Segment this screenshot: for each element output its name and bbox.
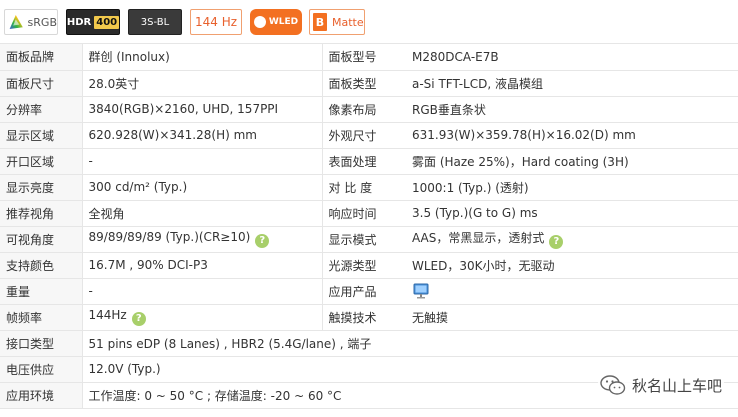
help-icon[interactable]: ? [131,312,146,326]
spec-label: 面板型号 [321,44,406,71]
spec-value: 16.7M , 90% DCI-P3 [82,252,323,279]
spec-label: 分辨率 [0,96,83,123]
spec-value: WLED，30K小时，无驱动 [406,252,738,279]
table-row: 面板尺寸 28.0英寸 面板类型 a-Si TFT-LCD, 液晶模组 [0,70,738,97]
matte-label: Matte [332,15,364,29]
spec-value: 全视角 [82,200,323,227]
spec-label: 电压供应 [0,356,83,383]
spec-value: - [82,148,323,175]
3s-bl-label: 3S-BL [140,16,170,28]
wled-label: WLED [268,17,299,27]
spec-table: 面板品牌 群创 (Innolux) 面板型号 M280DCA-E7B 面板尺寸 … [0,44,738,409]
spec-value: 1000:1 (Typ.) (透射) [406,174,738,201]
wled-badge: WLED [250,9,302,35]
refresh-rate-label: 144 Hz [194,15,238,29]
refresh-rate-badge: 144 Hz [190,9,242,35]
hdr-level: 400 [94,15,120,29]
spec-label: 触摸技术 [321,304,406,331]
watermark-text: 秋名山上车吧 [631,376,722,395]
spec-label: 重量 [0,278,83,305]
spec-label: 面板品牌 [0,44,83,71]
spec-label: 推荐视角 [0,200,83,227]
spec-label: 可视角度 [0,226,83,253]
srgb-label: sRGB [27,15,57,29]
hdr-badge: HDR 400 [66,9,120,35]
spec-value: 89/89/89/89 (Typ.)(CR≥10) [88,230,251,244]
table-row: 帧频率 144Hz? 触摸技术 无触摸 [0,304,738,331]
spec-label: 接口类型 [0,330,83,357]
hdr-label: HDR [66,16,92,28]
spec-label: 光源类型 [321,252,406,279]
table-row: 可视角度 89/89/89/89 (Typ.)(CR≥10)? 显示模式 AAS… [0,226,738,253]
spec-value: M280DCA-E7B [406,44,738,71]
spec-label: 应用环境 [0,382,83,409]
help-icon[interactable]: ? [549,235,564,249]
wechat-watermark: 秋名山上车吧 [597,371,724,399]
color-gamut-triangle-icon [9,14,23,30]
table-row: 推荐视角 全视角 响应时间 3.5 (Typ.)(G to G) ms [0,200,738,227]
table-row: 显示区域 620.928(W)×341.28(H) mm 外观尺寸 631.93… [0,122,738,149]
spec-value: RGB垂直条状 [406,96,738,123]
3s-bl-badge: 3S-BL [128,9,182,35]
feature-badges-bar: sRGB HDR 400 3S-BL 144 Hz WLED B Matte [0,0,738,44]
spec-value: a-Si TFT-LCD, 液晶模组 [406,70,738,97]
table-row: 重量 - 应用产品 [0,278,738,305]
srgb-badge: sRGB [4,9,58,35]
table-row: 开口区域 - 表面处理 雾面 (Haze 25%)，Hard coating (… [0,148,738,175]
table-row: 接口类型 51 pins eDP (8 Lanes) , HBR2 (5.4G/… [0,330,738,357]
spec-value: 雾面 (Haze 25%)，Hard coating (3H) [406,148,738,175]
spec-label: 外观尺寸 [321,122,406,149]
spec-value: 无触摸 [406,304,738,331]
led-bulb-icon [253,16,266,28]
spec-value: 28.0英寸 [82,70,323,97]
spec-label: 支持颜色 [0,252,83,279]
spec-label: 显示区域 [0,122,83,149]
spec-label: 帧频率 [0,304,83,331]
spec-label: 对 比 度 [321,174,406,201]
spec-value-cell: 144Hz? [82,304,323,331]
table-row: 面板品牌 群创 (Innolux) 面板型号 M280DCA-E7B [0,44,738,71]
wechat-icon [600,375,626,395]
spec-value-cell: 89/89/89/89 (Typ.)(CR≥10)? [82,226,323,253]
spec-value: 3840(RGB)×2160, UHD, 157PPI [82,96,323,123]
spec-label: 显示亮度 [0,174,83,201]
spec-value: AAS，常黑显示，透射式 [412,231,545,245]
spec-label: 显示模式 [321,226,406,253]
spec-value: 144Hz [88,308,127,322]
monitor-icon[interactable] [412,282,430,300]
table-row: 分辨率 3840(RGB)×2160, UHD, 157PPI 像素布局 RGB… [0,96,738,123]
spec-value: 群创 (Innolux) [82,44,323,71]
help-icon[interactable]: ? [255,234,270,248]
table-row: 显示亮度 300 cd/m² (Typ.) 对 比 度 1000:1 (Typ.… [0,174,738,201]
matte-badge: B Matte [309,9,365,35]
spec-value-cell: AAS，常黑显示，透射式? [406,226,738,253]
spec-value-cell [406,278,738,305]
spec-value: 3.5 (Typ.)(G to G) ms [406,200,738,227]
matte-surface-icon: B [313,13,327,31]
spec-value: 51 pins eDP (8 Lanes) , HBR2 (5.4G/lane)… [82,330,738,357]
spec-label: 面板类型 [321,70,406,97]
spec-label: 像素布局 [321,96,406,123]
spec-label: 响应时间 [321,200,406,227]
spec-label: 面板尺寸 [0,70,83,97]
spec-value: - [82,278,323,305]
spec-label: 开口区域 [0,148,83,175]
spec-value: 631.93(W)×359.78(H)×16.02(D) mm [406,122,738,149]
spec-value: 300 cd/m² (Typ.) [82,174,323,201]
table-row: 支持颜色 16.7M , 90% DCI-P3 光源类型 WLED，30K小时，… [0,252,738,279]
spec-value: 620.928(W)×341.28(H) mm [82,122,323,149]
spec-label: 应用产品 [321,278,406,305]
spec-label: 表面处理 [321,148,406,175]
